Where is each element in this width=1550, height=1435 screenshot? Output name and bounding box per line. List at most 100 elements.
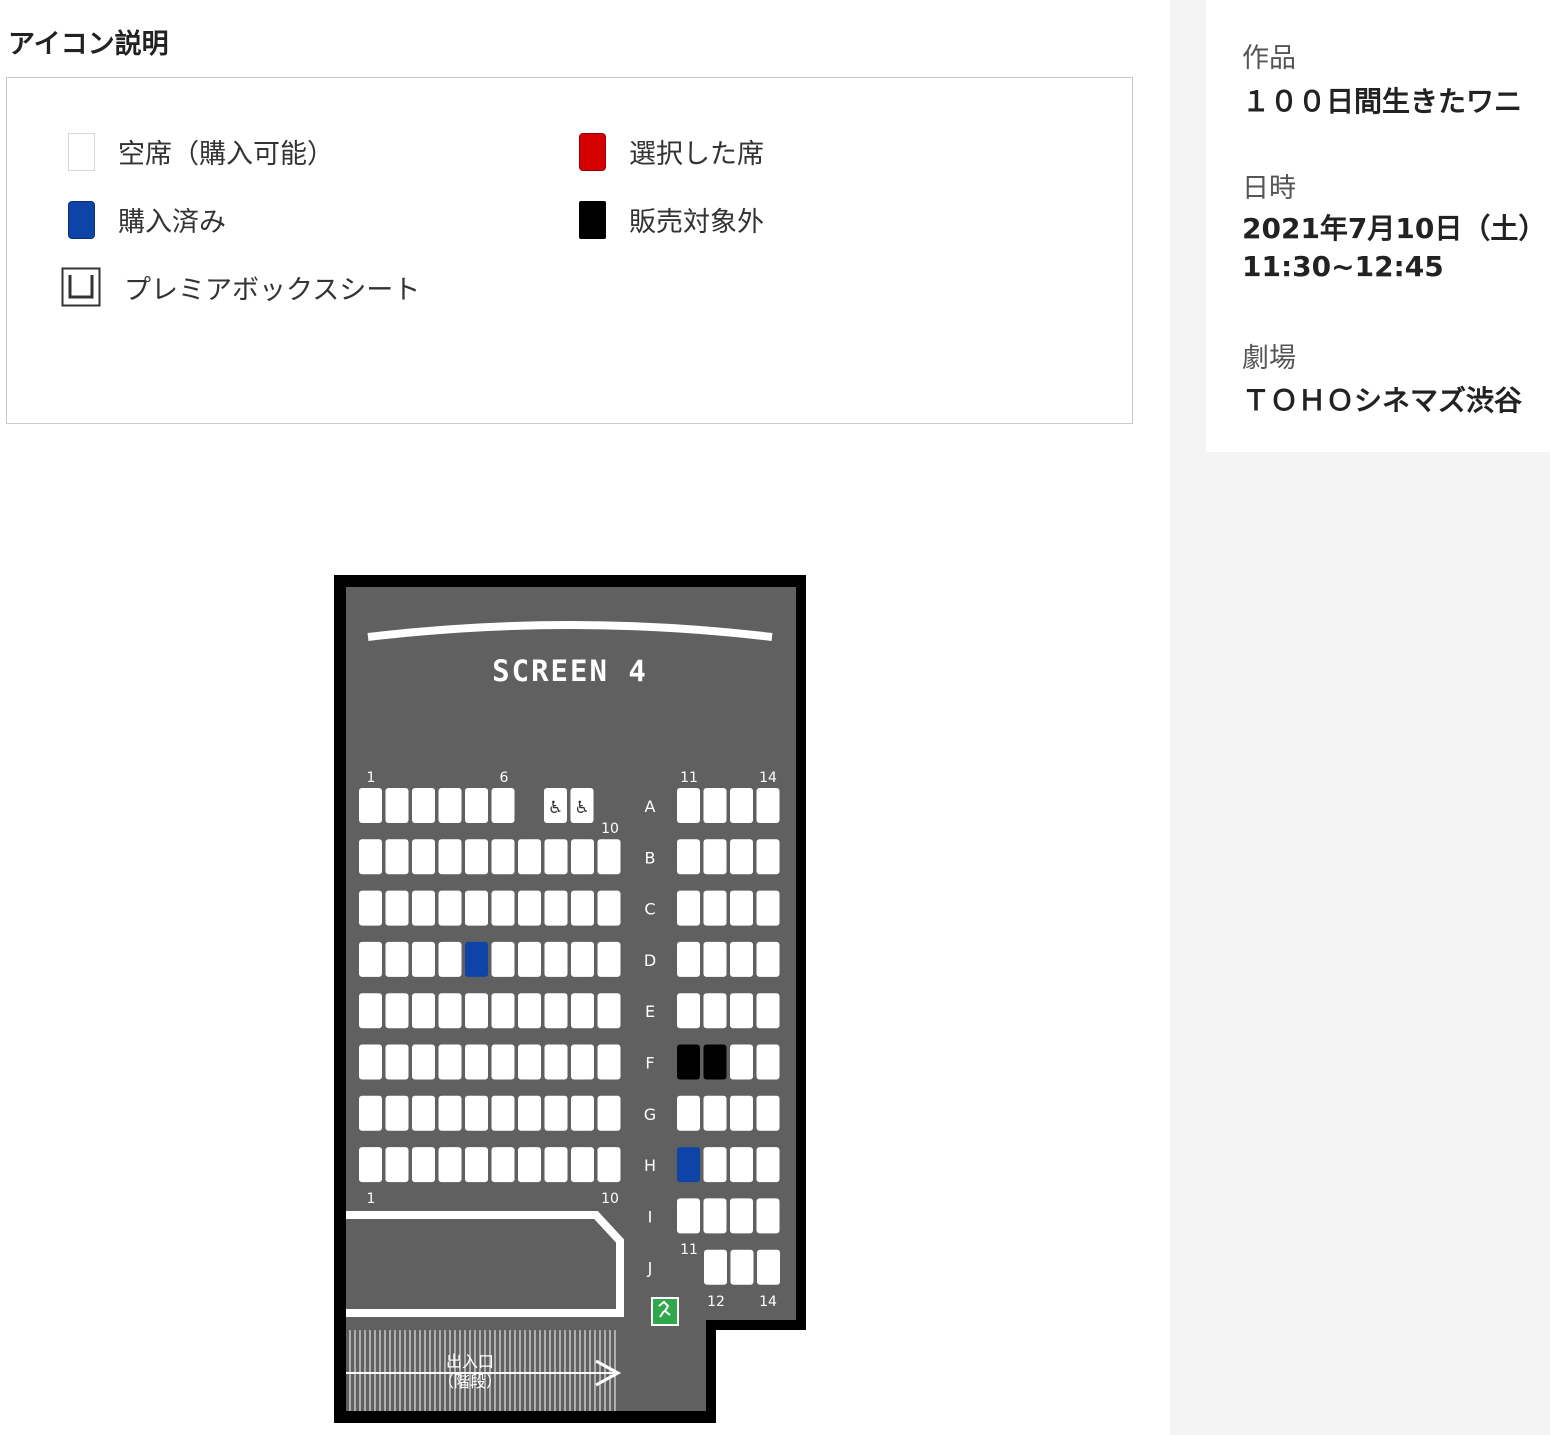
seat-c3-empty[interactable] xyxy=(412,890,435,926)
seat-b12-empty[interactable] xyxy=(703,839,727,875)
seat-b4-empty[interactable] xyxy=(438,839,462,875)
seat-b7-empty[interactable] xyxy=(518,839,541,875)
seat-h5-empty[interactable] xyxy=(465,1147,488,1183)
seat-h3-empty[interactable] xyxy=(412,1147,435,1183)
seat-b13-empty[interactable] xyxy=(730,839,753,875)
seat-g13-empty[interactable] xyxy=(730,1095,753,1131)
seat-a14-empty[interactable] xyxy=(756,788,780,823)
seat-e2-empty[interactable] xyxy=(385,993,409,1029)
seat-i11-empty[interactable] xyxy=(677,1198,700,1234)
seat-h13-empty[interactable] xyxy=(730,1147,753,1183)
seat-a12-empty[interactable] xyxy=(703,788,727,823)
seat-b11-empty[interactable] xyxy=(677,839,700,875)
seat-a10-empty[interactable] xyxy=(570,788,594,823)
seat-h9-empty[interactable] xyxy=(571,1147,594,1183)
seat-a3-empty[interactable] xyxy=(412,788,435,823)
seat-g8-empty[interactable] xyxy=(544,1095,568,1131)
seat-d2-empty[interactable] xyxy=(385,941,409,977)
seat-e3-empty[interactable] xyxy=(412,993,435,1029)
seat-d8-empty[interactable] xyxy=(544,941,568,977)
seat-c1-empty[interactable] xyxy=(359,890,382,926)
seat-h2-empty[interactable] xyxy=(385,1147,409,1183)
seat-b6-empty[interactable] xyxy=(491,839,515,875)
seat-d4-empty[interactable] xyxy=(438,941,462,977)
seat-g2-empty[interactable] xyxy=(385,1095,409,1131)
seat-d9-empty[interactable] xyxy=(571,941,594,977)
seat-e5-empty[interactable] xyxy=(465,993,488,1029)
seat-d11-empty[interactable] xyxy=(677,941,700,977)
seat-d3-empty[interactable] xyxy=(412,941,435,977)
seat-g14-empty[interactable] xyxy=(756,1095,780,1131)
seat-g9-empty[interactable] xyxy=(571,1095,594,1131)
seat-g6-empty[interactable] xyxy=(491,1095,515,1131)
seat-i14-empty[interactable] xyxy=(756,1198,780,1234)
seat-h4-empty[interactable] xyxy=(438,1147,462,1183)
seat-j13-empty[interactable] xyxy=(730,1249,754,1285)
seat-e1-empty[interactable] xyxy=(359,993,382,1029)
seat-h1-empty[interactable] xyxy=(359,1147,382,1183)
seat-a11-empty[interactable] xyxy=(677,788,700,823)
seat-f10-empty[interactable] xyxy=(597,1044,621,1080)
seat-c4-empty[interactable] xyxy=(438,890,462,926)
seat-f4-empty[interactable] xyxy=(438,1044,462,1080)
seat-b2-empty[interactable] xyxy=(385,839,409,875)
seat-b3-empty[interactable] xyxy=(412,839,435,875)
seat-h12-empty[interactable] xyxy=(703,1147,727,1183)
seat-a5-empty[interactable] xyxy=(465,788,488,823)
seat-d7-empty[interactable] xyxy=(518,941,541,977)
seat-i13-empty[interactable] xyxy=(730,1198,753,1234)
seat-h8-empty[interactable] xyxy=(544,1147,568,1183)
seat-d10-empty[interactable] xyxy=(597,941,621,977)
seat-f5-empty[interactable] xyxy=(465,1044,488,1080)
seat-g3-empty[interactable] xyxy=(412,1095,435,1131)
seat-c2-empty[interactable] xyxy=(385,890,409,926)
seat-g7-empty[interactable] xyxy=(518,1095,541,1131)
seat-h10-empty[interactable] xyxy=(597,1147,621,1183)
seat-e14-empty[interactable] xyxy=(756,993,780,1029)
seat-a9-empty[interactable] xyxy=(544,788,567,823)
seat-g10-empty[interactable] xyxy=(597,1095,621,1131)
seat-e8-empty[interactable] xyxy=(544,993,568,1029)
seat-c11-empty[interactable] xyxy=(677,890,700,926)
seat-a6-empty[interactable] xyxy=(491,788,515,823)
seat-f13-empty[interactable] xyxy=(730,1044,753,1080)
seat-f6-empty[interactable] xyxy=(491,1044,515,1080)
seat-f9-empty[interactable] xyxy=(571,1044,594,1080)
seat-j12-empty[interactable] xyxy=(704,1249,727,1285)
seat-b10-empty[interactable] xyxy=(597,839,621,875)
seat-g4-empty[interactable] xyxy=(438,1095,462,1131)
seat-j14-empty[interactable] xyxy=(757,1249,780,1285)
seat-d1-empty[interactable] xyxy=(359,941,382,977)
seat-a13-empty[interactable] xyxy=(730,788,753,823)
seat-b14-empty[interactable] xyxy=(756,839,780,875)
seat-e9-empty[interactable] xyxy=(571,993,594,1029)
seat-e4-empty[interactable] xyxy=(438,993,462,1029)
seat-f1-empty[interactable] xyxy=(359,1044,382,1080)
seat-h14-empty[interactable] xyxy=(756,1147,780,1183)
seat-g5-empty[interactable] xyxy=(465,1095,488,1131)
seat-h7-empty[interactable] xyxy=(518,1147,541,1183)
seat-d14-empty[interactable] xyxy=(756,941,780,977)
seat-c5-empty[interactable] xyxy=(465,890,488,926)
seat-g12-empty[interactable] xyxy=(703,1095,727,1131)
seat-c13-empty[interactable] xyxy=(730,890,753,926)
seat-a2-empty[interactable] xyxy=(385,788,409,823)
seat-f3-empty[interactable] xyxy=(412,1044,435,1080)
seat-c10-empty[interactable] xyxy=(597,890,621,926)
seat-c14-empty[interactable] xyxy=(756,890,780,926)
seat-e13-empty[interactable] xyxy=(730,993,753,1029)
seat-f14-empty[interactable] xyxy=(756,1044,780,1080)
seat-e12-empty[interactable] xyxy=(703,993,727,1029)
seat-b5-empty[interactable] xyxy=(465,839,488,875)
seat-e11-empty[interactable] xyxy=(677,993,700,1029)
seat-f7-empty[interactable] xyxy=(518,1044,541,1080)
seat-g1-empty[interactable] xyxy=(359,1095,382,1131)
seat-e6-empty[interactable] xyxy=(491,993,515,1029)
seat-d12-empty[interactable] xyxy=(703,941,727,977)
seat-e7-empty[interactable] xyxy=(518,993,541,1029)
seat-d6-empty[interactable] xyxy=(491,941,515,977)
seat-f8-empty[interactable] xyxy=(544,1044,568,1080)
seat-i12-empty[interactable] xyxy=(703,1198,727,1234)
seat-c8-empty[interactable] xyxy=(544,890,568,926)
seat-e10-empty[interactable] xyxy=(597,993,621,1029)
